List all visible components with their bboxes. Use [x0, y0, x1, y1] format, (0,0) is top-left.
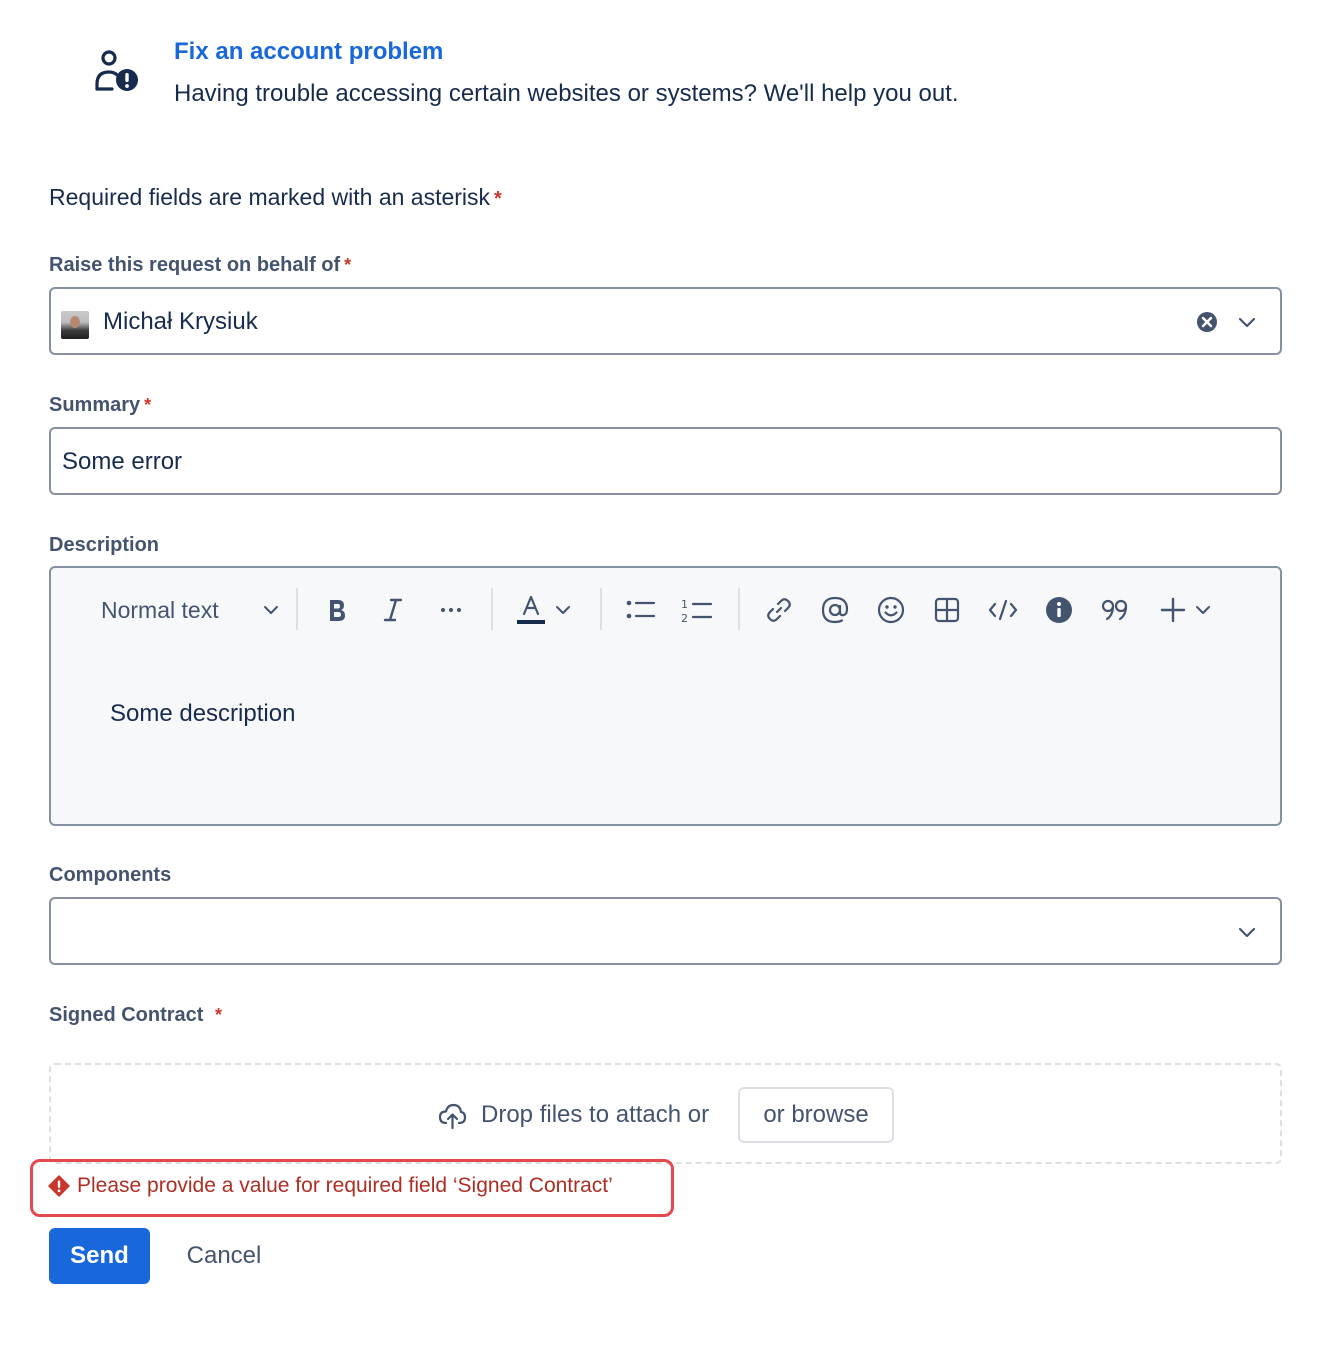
- quote-icon[interactable]: [1095, 586, 1135, 634]
- toolbar-divider: [296, 588, 298, 630]
- chevron-down-icon[interactable]: [1236, 921, 1258, 943]
- signed-contract-label: Signed Contract *: [49, 1004, 222, 1027]
- emoji-icon[interactable]: [871, 586, 911, 634]
- on-behalf-value: Michał Krysiuk: [103, 308, 258, 335]
- summary-value: Some error: [62, 448, 183, 475]
- info-panel-icon[interactable]: [1039, 586, 1079, 634]
- summary-label: Summary *: [49, 394, 151, 417]
- summary-label-text: Summary: [49, 394, 141, 416]
- components-select[interactable]: [49, 897, 1282, 965]
- toolbar-divider: [738, 588, 740, 630]
- required-asterisk: *: [215, 1005, 223, 1025]
- code-icon[interactable]: [983, 586, 1023, 634]
- upload-cloud-icon: [438, 1103, 467, 1130]
- account-problem-icon: [95, 50, 138, 91]
- description-editor[interactable]: Normal text 1 2 Some description: [49, 566, 1282, 826]
- error-icon: [48, 1175, 70, 1197]
- request-form-page: Fix an account problem Having trouble ac…: [0, 0, 1328, 1352]
- avatar: [61, 311, 89, 339]
- components-label-text: Components: [49, 864, 172, 886]
- text-color-icon[interactable]: [513, 586, 549, 634]
- link-icon[interactable]: [759, 586, 799, 634]
- insert-plus-icon[interactable]: [1155, 586, 1191, 634]
- table-icon[interactable]: [927, 586, 967, 634]
- on-behalf-select[interactable]: Michał Krysiuk: [49, 287, 1282, 355]
- signed-contract-label-text: Signed Contract: [49, 1004, 204, 1026]
- svg-text:1: 1: [681, 598, 688, 611]
- components-label: Components: [49, 864, 171, 887]
- required-asterisk: *: [494, 188, 502, 210]
- italic-icon[interactable]: [373, 586, 413, 634]
- attachment-dropzone[interactable]: Drop files to attach or or browse: [49, 1063, 1282, 1164]
- mention-icon[interactable]: [815, 586, 855, 634]
- required-note-text: Required fields are marked with an aster…: [49, 184, 491, 210]
- bold-icon[interactable]: [317, 586, 357, 634]
- browse-button[interactable]: or browse: [738, 1087, 894, 1143]
- chevron-down-icon[interactable]: [1189, 586, 1217, 634]
- send-button[interactable]: Send: [49, 1228, 150, 1284]
- on-behalf-label: Raise this request on behalf of *: [49, 254, 351, 277]
- text-style-label: Normal text: [101, 596, 219, 623]
- required-asterisk: *: [344, 255, 352, 275]
- on-behalf-label-text: Raise this request on behalf of: [49, 254, 341, 276]
- editor-toolbar: Normal text 1 2: [51, 586, 1280, 634]
- chevron-down-icon[interactable]: [549, 586, 577, 634]
- toolbar-divider: [491, 588, 493, 630]
- description-content[interactable]: Some description: [110, 700, 295, 728]
- request-type-title[interactable]: Fix an account problem: [174, 38, 443, 66]
- numbered-list-icon[interactable]: 12: [677, 586, 717, 634]
- chevron-down-icon[interactable]: [257, 586, 285, 634]
- cancel-button[interactable]: Cancel: [166, 1228, 282, 1284]
- chevron-down-icon[interactable]: [1236, 311, 1258, 333]
- more-formatting-icon[interactable]: [431, 586, 471, 634]
- clear-icon[interactable]: [1196, 311, 1218, 333]
- summary-input[interactable]: Some error: [49, 427, 1282, 495]
- required-fields-note: Required fields are marked with an aster…: [49, 184, 502, 211]
- required-asterisk: *: [144, 395, 152, 415]
- request-type-description: Having trouble accessing certain website…: [174, 80, 959, 107]
- svg-text:2: 2: [681, 612, 688, 624]
- description-label: Description: [49, 534, 159, 557]
- text-style-dropdown[interactable]: Normal text: [101, 586, 281, 634]
- error-message: Please provide a value for required fiel…: [77, 1174, 613, 1197]
- toolbar-divider: [600, 588, 602, 630]
- dropzone-text: Drop files to attach or: [481, 1101, 710, 1128]
- bullet-list-icon[interactable]: [621, 586, 661, 634]
- description-label-text: Description: [49, 534, 160, 556]
